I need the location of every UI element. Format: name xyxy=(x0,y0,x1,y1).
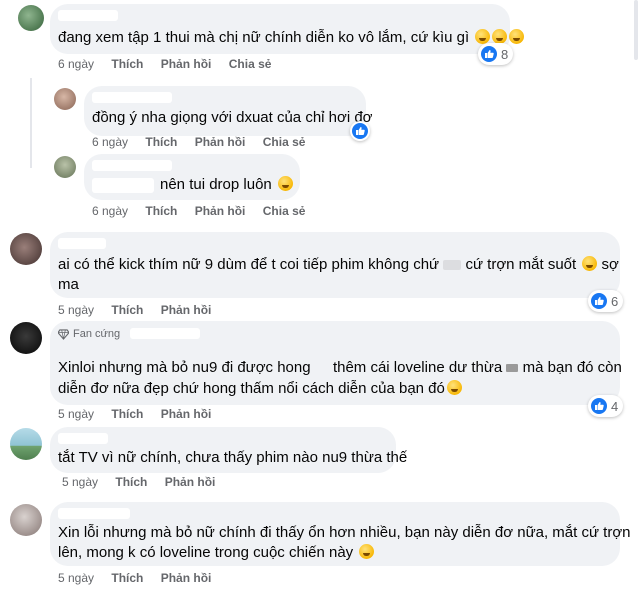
reply-button[interactable]: Phản hồi xyxy=(161,407,212,421)
commenter-name-redacted xyxy=(92,160,172,171)
reaction-count[interactable]: 6 xyxy=(588,290,624,312)
comment-text: nên tui drop luôn xyxy=(160,173,293,197)
thumbs-up-icon xyxy=(591,293,607,309)
bed-emoji-icon xyxy=(506,364,519,373)
avatar[interactable] xyxy=(10,322,42,354)
comment-actions: 6 ngày Thích Phản hồi Chia sẻ xyxy=(58,57,285,71)
share-button[interactable]: Chia sẻ xyxy=(263,204,306,218)
commenter-name-redacted xyxy=(92,92,172,103)
avatar[interactable] xyxy=(10,428,42,460)
comment-text: tắt TV vì nữ chính, chưa thấy phim nào n… xyxy=(58,449,408,466)
like-button[interactable]: Thích xyxy=(115,475,147,489)
like-button[interactable]: Thích xyxy=(111,571,143,585)
avatar[interactable] xyxy=(18,5,44,31)
comment-text-line: lên, mong k có loveline trong cuộc chiến… xyxy=(58,541,375,565)
commenter-name-redacted xyxy=(58,433,108,444)
reaction-count[interactable]: 8 xyxy=(478,43,514,65)
avatar[interactable] xyxy=(10,504,42,536)
avatar[interactable] xyxy=(10,233,42,265)
thumbs-up-icon xyxy=(481,46,497,62)
comment-text-line: diễn đơ nữa đẹp chứ hong thấm nổi cách d… xyxy=(58,377,462,401)
scrollbar-thumb[interactable] xyxy=(634,0,638,60)
face-emoji-icon xyxy=(509,29,525,44)
avatar[interactable] xyxy=(54,156,76,178)
reply-button[interactable]: Phản hồi xyxy=(161,57,212,71)
like-button[interactable]: Thích xyxy=(145,135,177,149)
commenter-name-redacted xyxy=(58,10,118,21)
blurred-word xyxy=(443,260,462,271)
fan-badge: Fan cứng xyxy=(58,328,120,340)
scrollbar[interactable] xyxy=(632,0,640,596)
comment-actions: 5 ngày Thích Phản hồi xyxy=(62,475,229,489)
comment-text: đồng ý nha giọng với dxuat của chỉ hơi đ… xyxy=(92,109,373,126)
face-emoji-icon xyxy=(492,29,508,44)
face-emoji-icon xyxy=(277,176,293,191)
face-emoji-icon xyxy=(359,544,375,559)
like-button[interactable]: Thích xyxy=(111,57,143,71)
comment-time[interactable]: 6 ngày xyxy=(58,57,94,71)
commenter-name-redacted xyxy=(58,238,106,249)
reply-thread-line xyxy=(30,78,32,168)
comment-time[interactable]: 5 ngày xyxy=(58,303,94,317)
mention-redacted xyxy=(92,178,154,193)
comment-actions: 6 ngày Thích Phản hồi Chia sẻ xyxy=(92,204,319,218)
comment-actions: 5 ngày Thích Phản hồi xyxy=(58,407,225,421)
like-count: 8 xyxy=(501,46,509,62)
comment-text: ai có thể kick thím nữ 9 dùm để t coi ti… xyxy=(58,256,619,273)
reply-button[interactable]: Phản hồi xyxy=(165,475,216,489)
comment-actions: 5 ngày Thích Phản hồi xyxy=(58,571,225,585)
comment-actions: 5 ngày Thích Phản hồi xyxy=(58,303,225,317)
share-button[interactable]: Chia sẻ xyxy=(229,57,272,71)
avatar[interactable] xyxy=(54,88,76,110)
comment-actions: 6 ngày Thích Phản hồi Chia sẻ xyxy=(92,135,319,149)
commenter-name-redacted xyxy=(130,328,200,339)
face-emoji-icon xyxy=(582,256,598,271)
comment-time[interactable]: 6 ngày xyxy=(92,204,128,218)
comment-time[interactable]: 5 ngày xyxy=(58,407,94,421)
commenter-name-redacted xyxy=(58,508,130,519)
thumbs-up-icon[interactable] xyxy=(350,121,370,141)
comment-time[interactable]: 6 ngày xyxy=(92,135,128,149)
like-count: 6 xyxy=(611,293,619,309)
comment-text-line: ma xyxy=(58,276,79,293)
face-emoji-icon xyxy=(446,380,462,395)
reaction-count[interactable]: 4 xyxy=(588,395,624,417)
diamond-icon xyxy=(58,328,69,340)
like-button[interactable]: Thích xyxy=(111,407,143,421)
thumbs-up-icon xyxy=(591,398,607,414)
comment-text: đang xem tập 1 thui mà chị nữ chính diễn… xyxy=(58,26,525,50)
reply-button[interactable]: Phản hồi xyxy=(161,303,212,317)
like-count: 4 xyxy=(611,398,619,414)
like-reaction xyxy=(352,123,368,139)
share-button[interactable]: Chia sẻ xyxy=(263,135,306,149)
face-emoji-icon xyxy=(475,29,491,44)
comment-time[interactable]: 5 ngày xyxy=(62,475,98,489)
reply-button[interactable]: Phản hồi xyxy=(195,135,246,149)
reply-button[interactable]: Phản hồi xyxy=(195,204,246,218)
like-button[interactable]: Thích xyxy=(145,204,177,218)
comment-time[interactable]: 5 ngày xyxy=(58,571,94,585)
reply-button[interactable]: Phản hồi xyxy=(161,571,212,585)
like-button[interactable]: Thích xyxy=(111,303,143,317)
